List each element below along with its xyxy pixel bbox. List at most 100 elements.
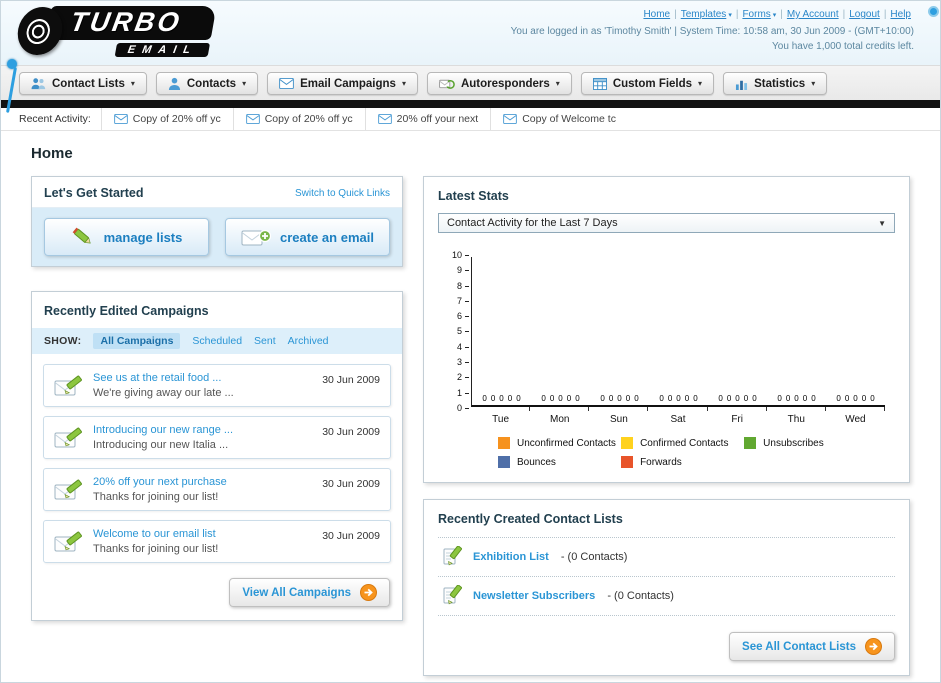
recent-activity-item[interactable]: 20% off your next bbox=[364, 108, 491, 130]
main-content: Home Let's Get Started Switch to Quick L… bbox=[1, 131, 940, 676]
chevron-down-icon: ▾ bbox=[728, 12, 732, 19]
plot-column: 00000000000000000000000000000000000 Tue M… bbox=[471, 257, 885, 425]
top-link-forms[interactable]: Forms ▾ bbox=[742, 9, 776, 20]
legend-item-forwards: Forwards bbox=[621, 456, 744, 468]
chevron-down-icon: ▾ bbox=[242, 79, 247, 88]
contact-list-count: - (0 Contacts) bbox=[604, 590, 674, 602]
y-axis-label: 2 bbox=[457, 373, 469, 382]
envelope-pencil-icon bbox=[54, 374, 84, 399]
chevron-down-icon: ▾ bbox=[401, 79, 406, 88]
contact-list-link[interactable]: Exhibition List bbox=[473, 551, 549, 563]
contact-lists-icon bbox=[31, 77, 46, 90]
recently-edited-campaigns-card: Recently Edited Campaigns SHOW: All Camp… bbox=[31, 291, 403, 621]
legend-label: Forwards bbox=[640, 456, 682, 468]
bar-value: 0 bbox=[499, 394, 504, 403]
legend-swatch bbox=[498, 437, 510, 449]
x-axis-label: Thu bbox=[787, 414, 805, 425]
autoresponders-icon bbox=[439, 77, 455, 90]
y-axis-label: 10 bbox=[452, 251, 469, 260]
tab-contacts[interactable]: Contacts ▾ bbox=[155, 72, 259, 95]
x-axis-tick bbox=[708, 407, 767, 411]
top-link-logout[interactable]: Logout bbox=[849, 9, 880, 20]
envelope-pencil-icon bbox=[54, 478, 84, 503]
bar-value: 0 bbox=[507, 394, 513, 403]
recent-activity-item[interactable]: Copy of Welcome tc bbox=[490, 108, 628, 130]
nav-separator: | bbox=[780, 9, 783, 20]
activity-item-label: Copy of 20% off yc bbox=[132, 113, 221, 125]
view-all-campaigns-label: View All Campaigns bbox=[242, 586, 351, 599]
live-help-icon[interactable] bbox=[928, 6, 939, 17]
see-all-contact-lists-button[interactable]: See All Contact Lists bbox=[729, 632, 895, 661]
contact-list-row[interactable]: Newsletter Subscribers - (0 Contacts) bbox=[438, 576, 895, 616]
page-title: Home bbox=[31, 145, 73, 162]
legend-swatch bbox=[621, 437, 634, 449]
envelope-icon bbox=[377, 114, 392, 124]
campaign-title-link[interactable]: See us at the retail food ... bbox=[93, 372, 313, 384]
stats-period-dropdown[interactable]: Contact Activity for the Last 7 Days ▼ bbox=[438, 213, 895, 233]
campaign-date: 30 Jun 2009 bbox=[322, 478, 380, 490]
legend-item-unsubscribes: Unsubscribes bbox=[744, 437, 867, 449]
campaign-title-link[interactable]: Introducing our new range ... bbox=[93, 424, 313, 436]
x-axis-tick bbox=[530, 407, 590, 411]
campaign-row[interactable]: 20% off your next purchase Thanks for joi… bbox=[43, 468, 391, 511]
tab-label: Statistics bbox=[754, 77, 806, 90]
campaigns-card-title: Recently Edited Campaigns bbox=[44, 304, 209, 318]
campaign-title-link[interactable]: 20% off your next purchase bbox=[93, 476, 313, 488]
top-link-help[interactable]: Help bbox=[890, 9, 911, 20]
bar-value: 0 bbox=[743, 394, 749, 403]
campaign-date: 30 Jun 2009 bbox=[322, 530, 380, 542]
divider-bar bbox=[1, 100, 940, 108]
top-link-home[interactable]: Home bbox=[643, 9, 670, 20]
filter-archived[interactable]: Archived bbox=[288, 335, 329, 347]
recent-activity-item[interactable]: Copy of 20% off yc bbox=[100, 108, 233, 130]
show-label: SHOW: bbox=[44, 335, 82, 347]
bar-group: 00000 bbox=[472, 394, 531, 403]
filter-scheduled[interactable]: Scheduled bbox=[192, 335, 242, 347]
tab-contact-lists[interactable]: Contact Lists ▾ bbox=[19, 72, 147, 95]
view-all-campaigns-button[interactable]: View All Campaigns bbox=[229, 578, 390, 607]
recent-activity-label: Recent Activity: bbox=[19, 113, 91, 125]
campaign-title-link[interactable]: Welcome to our email list bbox=[93, 528, 313, 540]
top-link-my-account[interactable]: My Account bbox=[787, 9, 839, 20]
campaign-row[interactable]: See us at the retail food ... We're givin… bbox=[43, 364, 391, 407]
legend-swatch bbox=[744, 437, 757, 449]
bar-value: 0 bbox=[785, 394, 791, 403]
create-email-button[interactable]: create an email bbox=[225, 218, 390, 256]
tab-email-campaigns[interactable]: Email Campaigns ▾ bbox=[267, 72, 418, 95]
contact-list-row[interactable]: Exhibition List - (0 Contacts) bbox=[438, 537, 895, 576]
bar-value: 0 bbox=[802, 394, 808, 403]
filter-all-campaigns[interactable]: All Campaigns bbox=[93, 333, 181, 349]
app-logo[interactable]: TURBO EMAIL bbox=[6, 1, 287, 113]
recent-activity-item[interactable]: Copy of 20% off yc bbox=[232, 108, 365, 130]
bar-value: 0 bbox=[549, 394, 555, 403]
tab-label: Email Campaigns bbox=[300, 77, 396, 90]
contact-list-link[interactable]: Newsletter Subscribers bbox=[473, 590, 595, 602]
top-link-templates[interactable]: Templates ▾ bbox=[681, 9, 732, 20]
list-pencil-icon bbox=[442, 546, 464, 568]
tab-label: Autoresponders bbox=[460, 77, 550, 90]
bar-value: 0 bbox=[541, 394, 546, 403]
bar-group: 00000 bbox=[590, 394, 649, 403]
x-axis-tick bbox=[648, 407, 708, 411]
contact-lists-card-title: Recently Created Contact Lists bbox=[438, 512, 623, 526]
chevron-down-icon: ▾ bbox=[130, 79, 135, 88]
bar-value: 0 bbox=[752, 394, 757, 403]
campaign-row[interactable]: Welcome to our email list Thanks for join… bbox=[43, 520, 391, 563]
bar-group: 00000 bbox=[649, 394, 708, 403]
filter-sent[interactable]: Sent bbox=[254, 335, 276, 347]
statistics-icon bbox=[735, 78, 748, 90]
top-nav: Home | Templates ▾ | Forms ▾ | My Account | Logout… bbox=[511, 7, 914, 23]
chevron-down-icon: ▾ bbox=[772, 12, 777, 19]
x-axis-label: Wed bbox=[845, 414, 866, 425]
switch-quick-links-link[interactable]: Switch to Quick Links bbox=[295, 188, 390, 199]
tab-autoresponders[interactable]: Autoresponders ▾ bbox=[426, 72, 572, 95]
manage-lists-button[interactable]: manage lists bbox=[44, 218, 209, 256]
nav-separator: | bbox=[883, 9, 887, 20]
legend-swatch bbox=[621, 456, 634, 468]
tab-statistics[interactable]: Statistics ▾ bbox=[723, 72, 828, 95]
header-right: Home | Templates ▾ | Forms ▾ | My Account | Logout… bbox=[511, 5, 926, 65]
legend-swatch bbox=[498, 456, 510, 468]
campaign-row[interactable]: Introducing our new range ... Introducing… bbox=[43, 416, 391, 459]
tab-custom-fields[interactable]: Custom Fields ▾ bbox=[580, 72, 715, 95]
bar-value: 0 bbox=[634, 394, 639, 403]
